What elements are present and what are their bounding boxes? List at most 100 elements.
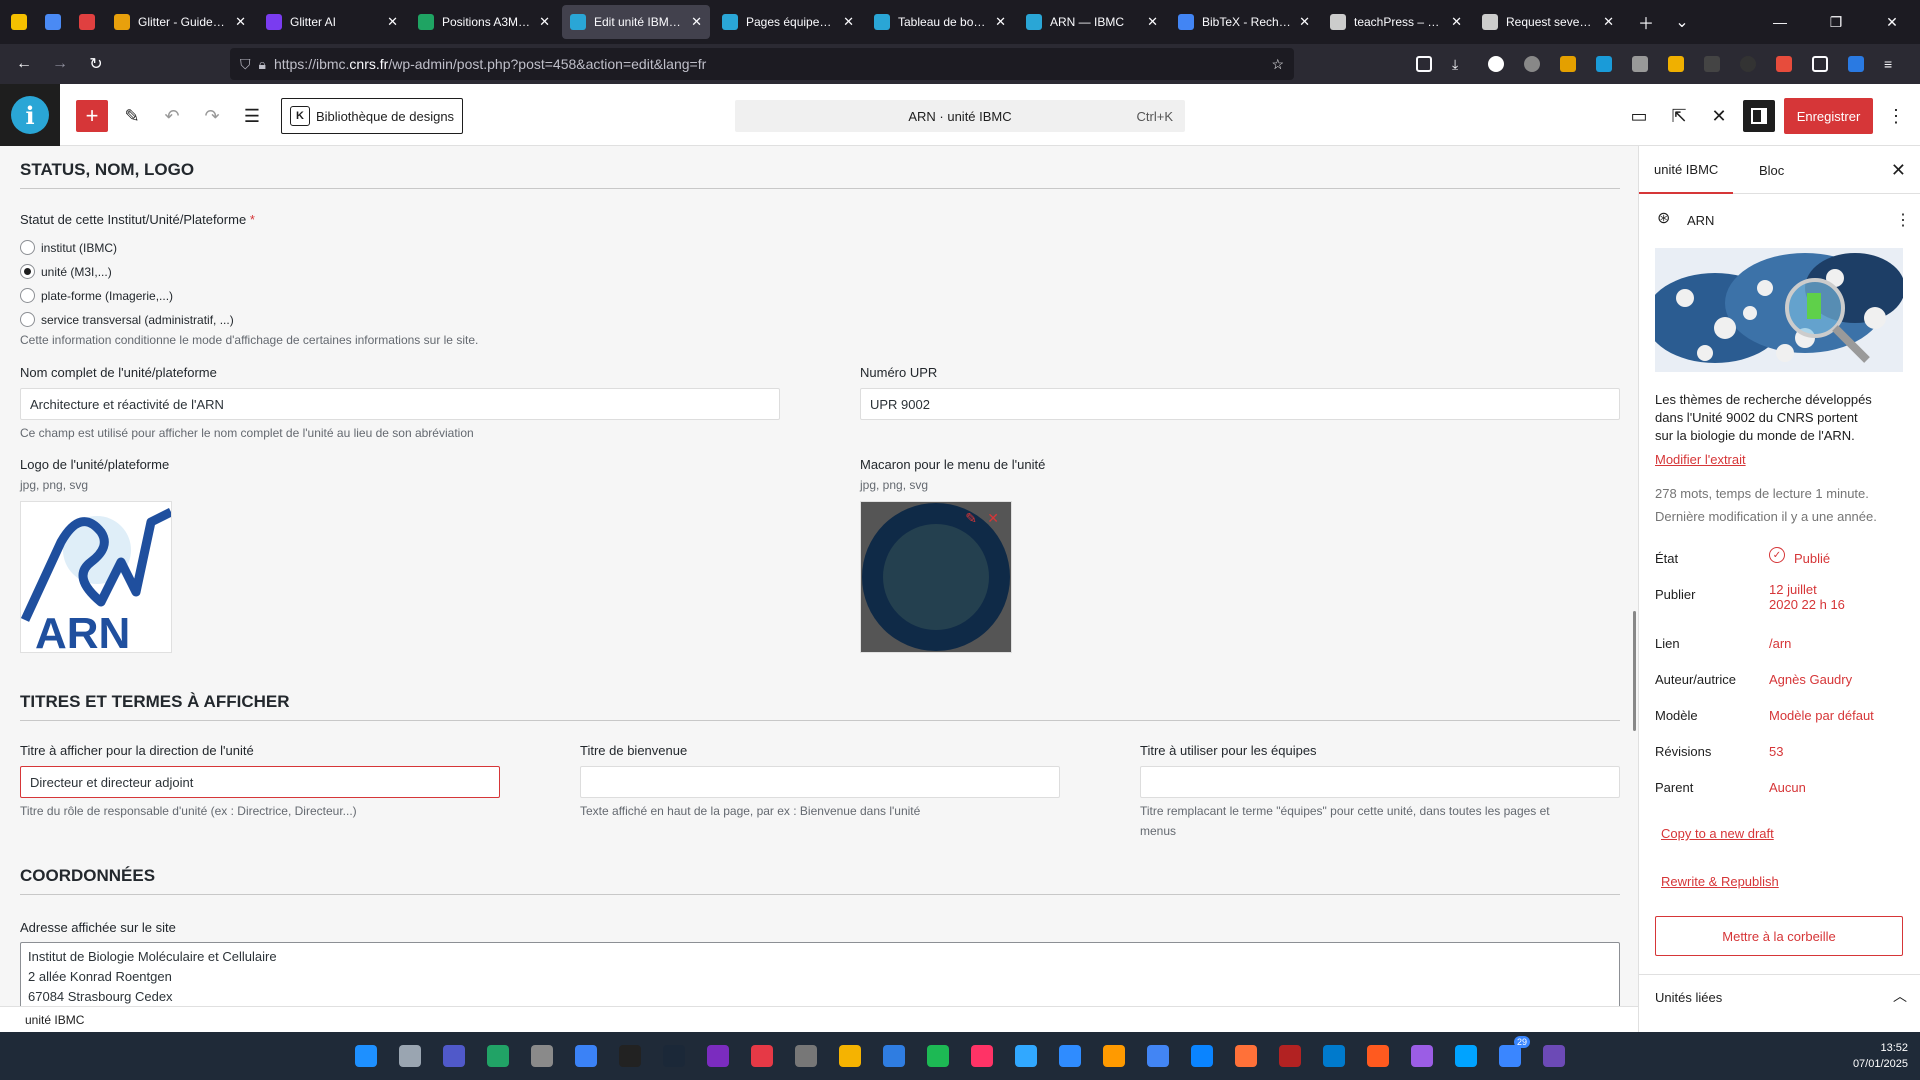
illustrator-icon[interactable]	[1098, 1040, 1130, 1072]
settings-panel-toggle[interactable]	[1743, 100, 1775, 132]
vscode-icon[interactable]	[1318, 1040, 1350, 1072]
minimize-button[interactable]: —	[1752, 0, 1808, 44]
affinity-photo-icon[interactable]	[1406, 1040, 1438, 1072]
linked-units-panel[interactable]: Unités liées	[1655, 990, 1722, 1005]
browser-tab[interactable]: Tableau de bord ‹ ✕	[866, 5, 1014, 39]
search-icon[interactable]	[394, 1040, 426, 1072]
upr-input[interactable]: UPR 9002	[860, 388, 1620, 420]
extensions-puzzle-icon[interactable]	[1806, 48, 1834, 80]
pen-icon[interactable]	[1626, 48, 1654, 80]
status-radio-option[interactable]: unité (M3I,...)	[20, 264, 112, 279]
spotify-icon[interactable]	[922, 1040, 954, 1072]
url-bar[interactable]: ⛉ 🔒︎ https://ibmc. cnrs.fr/wp-admin/post.…	[230, 48, 1294, 80]
command-palette[interactable]: ARN · unité IBMC Ctrl+K	[735, 100, 1185, 132]
indesign-icon[interactable]	[966, 1040, 998, 1072]
preview-device-icon[interactable]: ▭	[1623, 100, 1655, 132]
block-inserter-button[interactable]: +	[76, 100, 108, 132]
pencil-tool-icon[interactable]: ✎	[116, 100, 148, 132]
close-tab-icon[interactable]: ✕	[995, 14, 1006, 30]
more-options-icon[interactable]: ⋮	[1880, 100, 1912, 132]
parent-value[interactable]: Aucun	[1769, 780, 1806, 795]
filezilla-icon[interactable]	[1274, 1040, 1306, 1072]
firefox-icon[interactable]	[1230, 1040, 1262, 1072]
new-tab-button[interactable]: ＋	[1628, 6, 1664, 38]
steam-icon[interactable]	[658, 1040, 690, 1072]
close-tab-icon[interactable]: ✕	[1603, 14, 1614, 30]
extension-px-icon[interactable]	[1698, 48, 1726, 80]
undo-icon[interactable]: ↶	[156, 100, 188, 132]
epic-games-icon[interactable]	[614, 1040, 646, 1072]
mail-icon[interactable]	[790, 1040, 822, 1072]
pocket-icon[interactable]	[1410, 48, 1438, 80]
pinned-tab-1[interactable]	[4, 7, 34, 37]
breadcrumb-item[interactable]: unité IBMC	[25, 1013, 84, 1027]
extension-grid-icon[interactable]	[1770, 48, 1798, 80]
file-explorer-icon[interactable]	[834, 1040, 866, 1072]
post-options-icon[interactable]: ⋮	[1895, 210, 1911, 230]
app-badge-icon[interactable]: 29	[1494, 1036, 1530, 1072]
radio-button[interactable]	[20, 288, 35, 303]
unit-logo-image[interactable]: ARN	[20, 501, 172, 653]
extension-colorful-icon[interactable]	[1554, 48, 1582, 80]
address-textarea[interactable]: Institut de Biologie Moléculaire et Cell…	[20, 942, 1620, 1006]
pinned-tab-3[interactable]	[72, 7, 102, 37]
redo-icon[interactable]: ↷	[196, 100, 228, 132]
chrome-icon[interactable]	[1142, 1040, 1174, 1072]
remove-image-icon[interactable]: ✕	[987, 510, 999, 527]
teams-icon[interactable]	[438, 1040, 470, 1072]
acrobat-icon[interactable]	[746, 1040, 778, 1072]
radio-button[interactable]	[20, 240, 35, 255]
close-tab-icon[interactable]: ✕	[235, 14, 246, 30]
system-clock[interactable]: 13:52 07/01/2025	[1853, 1040, 1908, 1072]
featured-image[interactable]	[1655, 248, 1903, 372]
document-overview-icon[interactable]: ☰	[236, 100, 268, 132]
status-radio-option[interactable]: institut (IBMC)	[20, 240, 117, 255]
radio-button[interactable]	[20, 264, 35, 279]
app-last-icon[interactable]	[1538, 1040, 1570, 1072]
downloads-icon[interactable]: ⤓	[1446, 48, 1474, 80]
bookmark-star-icon[interactable]: ☆	[1271, 56, 1284, 73]
browser-tab[interactable]: ARN — IBMC ✕	[1018, 5, 1166, 39]
start-icon[interactable]	[350, 1040, 382, 1072]
browser-tab[interactable]: Pages équipes ‹ IB ✕	[714, 5, 862, 39]
affinity-designer-icon[interactable]	[1450, 1040, 1482, 1072]
browser-tab[interactable]: Request several ta ✕	[1474, 5, 1622, 39]
reload-button[interactable]: ↻	[78, 48, 114, 80]
edge-icon[interactable]	[1186, 1040, 1218, 1072]
extension-blue-icon[interactable]	[1842, 48, 1870, 80]
extension-dark-icon[interactable]	[1734, 48, 1762, 80]
kadence-controls-icon[interactable]: ✕	[1703, 100, 1735, 132]
revisions-value[interactable]: 53	[1769, 744, 1783, 759]
close-tab-icon[interactable]: ✕	[843, 14, 854, 30]
adblock-icon[interactable]	[1518, 48, 1546, 80]
save-button[interactable]: Enregistrer	[1784, 98, 1873, 134]
link-value[interactable]: /arn	[1769, 636, 1791, 651]
status-radio-option[interactable]: plate-forme (Imagerie,...)	[20, 288, 173, 303]
template-value[interactable]: Modèle par défaut	[1769, 708, 1874, 723]
tab-document[interactable]: unité IBMC	[1639, 146, 1734, 194]
affinity-publisher-icon[interactable]	[1362, 1040, 1394, 1072]
app-icon[interactable]	[482, 1040, 514, 1072]
status-value[interactable]: Publié	[1794, 551, 1830, 566]
tab-block[interactable]: Bloc	[1749, 146, 1794, 194]
view-post-icon[interactable]: ⇱	[1663, 100, 1695, 132]
close-tab-icon[interactable]: ✕	[387, 14, 398, 30]
trash-button[interactable]: Mettre à la corbeille	[1655, 916, 1903, 956]
browser-tab[interactable]: Glitter AI ✕	[258, 5, 406, 39]
design-library-button[interactable]: K Bibliothèque de designs	[281, 98, 464, 134]
browser-tab[interactable]: BibTeX - Recherch ✕	[1170, 5, 1318, 39]
browser-tab[interactable]: Positions A3M - G ✕	[410, 5, 558, 39]
radio-button[interactable]	[20, 312, 35, 327]
status-radio-option[interactable]: service transversal (administratif, ...)	[20, 312, 234, 327]
close-tab-icon[interactable]: ✕	[1147, 14, 1158, 30]
restore-button[interactable]: ❐	[1808, 0, 1864, 44]
browser-tab[interactable]: Edit unité IBMC ‹ ✕	[562, 5, 710, 39]
forward-button[interactable]: →	[42, 48, 78, 80]
copy-draft-link[interactable]: Copy to a new draft	[1661, 826, 1774, 841]
chevron-up-icon[interactable]: ︿	[1893, 986, 1907, 1006]
extension-yellow-icon[interactable]	[1662, 48, 1690, 80]
close-tab-icon[interactable]: ✕	[691, 14, 702, 30]
publish-date[interactable]: 12 juillet 2020 22 h 16	[1769, 582, 1845, 612]
teams-input[interactable]	[1140, 766, 1620, 798]
welcome-input[interactable]	[580, 766, 1060, 798]
